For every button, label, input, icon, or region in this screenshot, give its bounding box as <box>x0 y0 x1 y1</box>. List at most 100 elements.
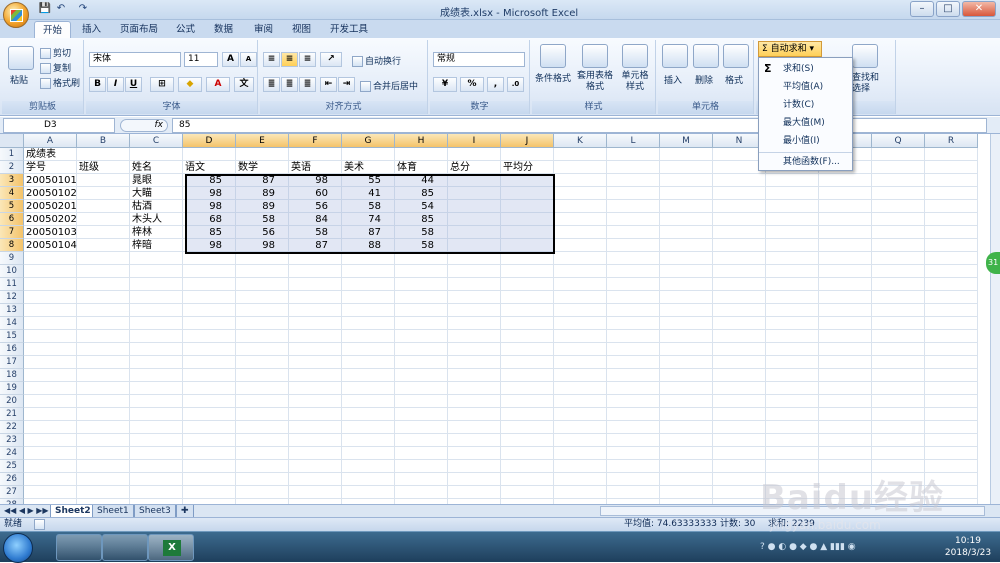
menu-item-average[interactable]: 平均值(A) <box>759 78 852 96</box>
student-name-cell[interactable]: 枯酒 <box>130 200 183 213</box>
row-header[interactable]: 3 <box>0 174 24 187</box>
score-cell[interactable]: 85 <box>395 213 436 226</box>
row-header[interactable]: 11 <box>0 278 24 291</box>
row-header[interactable]: 25 <box>0 460 24 473</box>
student-id-cell[interactable]: 20050202 <box>24 213 77 226</box>
cell-style-button[interactable]: 单元格样式 <box>618 71 652 93</box>
column-header-i[interactable]: I <box>448 134 501 148</box>
row-header[interactable]: 7 <box>0 226 24 239</box>
align-top-icon[interactable]: ≡ <box>263 52 280 67</box>
paste-icon[interactable] <box>8 46 34 70</box>
score-cell[interactable]: 87 <box>342 226 383 239</box>
column-header-c[interactable]: C <box>130 134 183 148</box>
score-cell[interactable]: 56 <box>289 200 330 213</box>
row-header[interactable]: 19 <box>0 382 24 395</box>
clock[interactable]: 10:19 2018/3/23 <box>938 535 998 559</box>
student-id-cell[interactable]: 20050104 <box>24 239 77 252</box>
column-header-h[interactable]: H <box>395 134 448 148</box>
column-header-d[interactable]: D <box>183 134 236 148</box>
close-button[interactable]: ✕ <box>962 1 996 17</box>
undo-icon[interactable]: ↶ <box>54 3 68 17</box>
score-cell[interactable]: 98 <box>236 239 277 252</box>
score-cell[interactable]: 68 <box>183 213 224 226</box>
row-header[interactable]: 27 <box>0 486 24 499</box>
name-box[interactable]: D3 <box>3 118 115 133</box>
table-format-button[interactable]: 套用表格格式 <box>574 71 616 93</box>
paint-taskbar-icon[interactable] <box>102 534 148 561</box>
score-cell[interactable]: 54 <box>395 200 436 213</box>
fx-icon[interactable]: fx <box>120 119 168 132</box>
row-header[interactable]: 24 <box>0 447 24 460</box>
header-cell[interactable]: 学号 <box>24 161 77 174</box>
minimize-button[interactable]: – <box>910 1 934 17</box>
font-name-combo[interactable]: 宋体 <box>89 52 181 67</box>
start-button[interactable] <box>3 533 33 563</box>
row-header[interactable]: 20 <box>0 395 24 408</box>
menu-item-max[interactable]: 最大值(M) <box>759 114 852 132</box>
score-cell[interactable]: 74 <box>342 213 383 226</box>
header-cell[interactable]: 体育 <box>395 161 448 174</box>
header-cell[interactable]: 班级 <box>77 161 130 174</box>
number-format-combo[interactable]: 常规 <box>433 52 525 67</box>
score-cell[interactable]: 98 <box>183 239 224 252</box>
conditional-format-button[interactable]: 条件格式 <box>535 71 571 84</box>
save-icon[interactable]: 💾 <box>38 3 52 17</box>
header-cell[interactable]: 平均分 <box>501 161 554 174</box>
row-header[interactable]: 9 <box>0 252 24 265</box>
merge-center-button[interactable]: 合并后居中 <box>360 79 418 92</box>
maximize-button[interactable]: □ <box>936 1 960 17</box>
score-cell[interactable]: 55 <box>342 174 383 187</box>
shrink-font-button[interactable]: A <box>240 52 257 67</box>
align-left-icon[interactable]: ≣ <box>263 77 280 92</box>
header-cell[interactable]: 美术 <box>342 161 395 174</box>
orientation-icon[interactable]: ↗ <box>320 52 342 67</box>
border-icon[interactable]: ⊞ <box>150 77 174 92</box>
column-header-r[interactable]: R <box>925 134 978 148</box>
score-cell[interactable]: 60 <box>289 187 330 200</box>
row-header[interactable]: 23 <box>0 434 24 447</box>
row-header[interactable]: 2 <box>0 161 24 174</box>
score-cell[interactable]: 98 <box>183 187 224 200</box>
score-cell[interactable]: 89 <box>236 187 277 200</box>
score-cell[interactable]: 58 <box>289 226 330 239</box>
menu-item-count[interactable]: 计数(C) <box>759 96 852 114</box>
header-cell[interactable]: 数学 <box>236 161 289 174</box>
conditional-format-icon[interactable] <box>540 44 566 68</box>
header-cell[interactable]: 语文 <box>183 161 236 174</box>
row-header[interactable]: 12 <box>0 291 24 304</box>
score-cell[interactable]: 88 <box>342 239 383 252</box>
find-select-button[interactable]: 查找和选择 <box>852 73 886 95</box>
header-cell[interactable]: 姓名 <box>130 161 183 174</box>
row-header[interactable]: 13 <box>0 304 24 317</box>
decimal-icon[interactable]: .0 <box>507 77 524 92</box>
tab-data[interactable]: 数据 <box>206 21 241 38</box>
tab-view[interactable]: 视图 <box>284 21 319 38</box>
system-tray-icons[interactable]: ? ● ◐ ● ◆ ● ▲ ▮▮▮ ◉ <box>760 542 930 554</box>
row-header[interactable]: 16 <box>0 343 24 356</box>
row-header[interactable]: 18 <box>0 369 24 382</box>
column-header-l[interactable]: L <box>607 134 660 148</box>
format-painter-button[interactable]: 格式刷 <box>40 76 80 89</box>
header-cell[interactable]: 英语 <box>289 161 342 174</box>
score-cell[interactable]: 58 <box>342 200 383 213</box>
tab-insert[interactable]: 插入 <box>74 21 109 38</box>
score-cell[interactable]: 89 <box>236 200 277 213</box>
column-header-j[interactable]: J <box>501 134 554 148</box>
column-header-q[interactable]: Q <box>872 134 925 148</box>
align-right-icon[interactable]: ≣ <box>299 77 316 92</box>
score-cell[interactable]: 44 <box>395 174 436 187</box>
column-header-f[interactable]: F <box>289 134 342 148</box>
vertical-scrollbar[interactable] <box>990 134 1000 504</box>
menu-item-min[interactable]: 最小值(I) <box>759 132 852 150</box>
office-button[interactable] <box>3 2 29 28</box>
student-id-cell[interactable]: 20050101 <box>24 174 77 187</box>
student-name-cell[interactable]: 大瞄 <box>130 187 183 200</box>
percent-button[interactable]: % <box>460 77 484 92</box>
align-bottom-icon[interactable]: ≡ <box>299 52 316 67</box>
format-cells-icon[interactable] <box>723 44 749 68</box>
score-cell[interactable]: 87 <box>236 174 277 187</box>
score-cell[interactable]: 85 <box>395 187 436 200</box>
column-header-m[interactable]: M <box>660 134 713 148</box>
comma-button[interactable]: , <box>487 77 504 92</box>
score-cell[interactable]: 87 <box>289 239 330 252</box>
